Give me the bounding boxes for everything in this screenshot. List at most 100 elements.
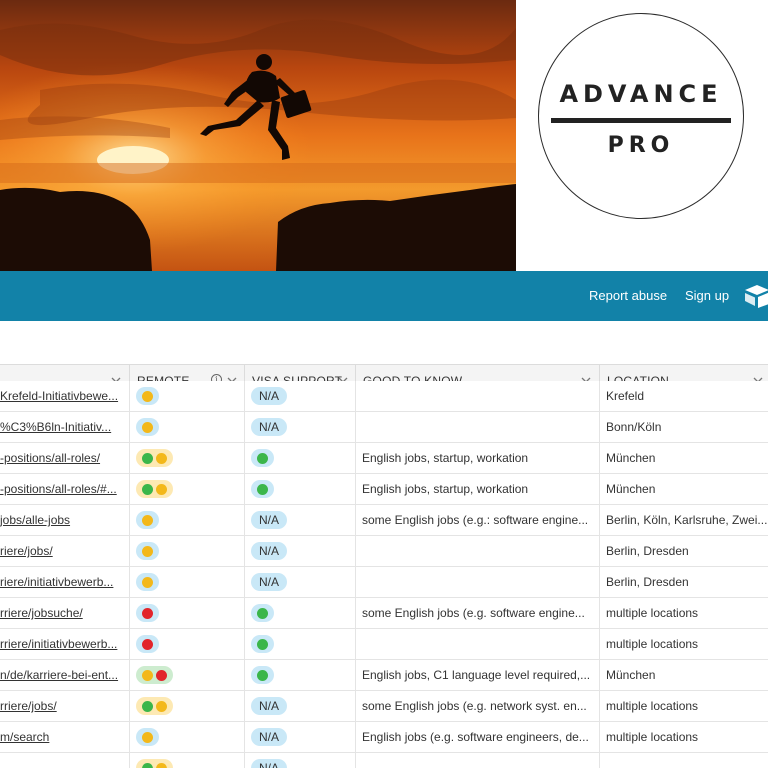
job-url-link[interactable]: rriere/jobs/ — [0, 699, 124, 713]
visa-na-label: N/A — [259, 544, 280, 558]
green-dot-icon — [142, 700, 153, 712]
table-row[interactable]: rriere/jobsuche/some English jobs (e.g. … — [0, 598, 768, 629]
location-text: Berlin, Dresden — [606, 575, 689, 589]
table-row[interactable]: riere/jobs/N/A Berlin, Dresden — [0, 536, 768, 567]
location-cell: multiple locations — [600, 722, 768, 752]
remote-badge — [136, 387, 159, 405]
logo-circle: ADVANCE PRO — [538, 13, 744, 219]
visa-na-label: N/A — [259, 389, 280, 403]
report-abuse-link[interactable]: Report abuse — [589, 288, 667, 303]
good-to-know-cell: English jobs, startup, workation — [356, 474, 600, 504]
remote-badge — [136, 728, 159, 746]
logo-divider — [551, 118, 731, 123]
remote-badge — [136, 635, 159, 653]
visa-support-cell: N/A — [245, 381, 356, 411]
remote-cell — [130, 536, 245, 566]
visa-support-cell: N/A — [245, 505, 356, 535]
airtable-logo-icon[interactable] — [745, 284, 768, 308]
good-to-know-text: English jobs, C1 language level required… — [362, 668, 591, 682]
good-to-know-cell: some English jobs (e.g. software engine.… — [356, 598, 600, 628]
sign-up-link[interactable]: Sign up — [685, 288, 729, 303]
green-dot-icon — [257, 669, 268, 681]
table-row[interactable]: jobs/alle-jobs N/A some English jobs (e.g.… — [0, 505, 768, 536]
table-row[interactable]: n/de/karriere-bei-ent... English jobs, C1… — [0, 660, 768, 691]
yellow-dot-icon — [142, 731, 153, 743]
job-url-link[interactable]: riere/initiativbewerb... — [0, 575, 124, 589]
location-text: Bonn/Köln — [606, 420, 662, 434]
yellow-dot-icon — [156, 762, 167, 768]
remote-cell — [130, 381, 245, 411]
yellow-dot-icon — [142, 514, 153, 526]
good-to-know-cell: English jobs, C1 language level required… — [356, 660, 600, 690]
table-row[interactable]: m/search N/A English jobs (e.g. software e… — [0, 722, 768, 753]
visa-na-label: N/A — [259, 420, 280, 434]
green-dot-icon — [142, 762, 153, 768]
good-to-know-cell — [356, 629, 600, 659]
remote-cell — [130, 412, 245, 442]
remote-badge — [136, 480, 173, 498]
yellow-dot-icon — [156, 483, 167, 495]
remote-badge — [136, 542, 159, 560]
green-dot-icon — [257, 452, 268, 464]
job-url-link[interactable]: -positions/all-roles/#... — [0, 482, 124, 496]
good-to-know-cell — [356, 412, 600, 442]
green-dot-icon — [142, 483, 153, 495]
good-to-know-cell: some English jobs (e.g. network syst. en… — [356, 691, 600, 721]
yellow-dot-icon — [142, 576, 153, 588]
visa-badge — [251, 635, 274, 653]
job-url-link[interactable]: -positions/all-roles/ — [0, 451, 124, 465]
remote-cell — [130, 474, 245, 504]
green-dot-icon — [142, 452, 153, 464]
job-url-link[interactable]: Krefeld-Initiativbewe... — [0, 389, 124, 403]
remote-cell — [130, 567, 245, 597]
location-text: multiple locations — [606, 606, 699, 620]
remote-cell — [130, 691, 245, 721]
table-row[interactable]: -positions/all-roles/English jobs, start… — [0, 443, 768, 474]
visa-badge: N/A — [251, 511, 288, 529]
table-row[interactable]: rriere/initiativbewerb... multiple locati… — [0, 629, 768, 660]
visa-support-cell: N/A — [245, 567, 356, 597]
job-url-link[interactable]: rriere/jobsuche/ — [0, 606, 124, 620]
good-to-know-text: English jobs (e.g. software engineers, d… — [362, 730, 589, 744]
location-text: Krefeld — [606, 389, 645, 403]
green-dot-icon — [257, 483, 268, 495]
red-dot-icon — [142, 607, 153, 619]
table-row[interactable]: rriere/jobs/N/A some English jobs (e.g. n… — [0, 691, 768, 722]
advance-pro-logo: ADVANCE PRO — [516, 0, 768, 271]
remote-badge — [136, 759, 173, 768]
location-cell: multiple locations — [600, 691, 768, 721]
good-to-know-cell — [356, 567, 600, 597]
url-cell: rriere/jobs/ — [0, 691, 130, 721]
table-row[interactable]: N/A — [0, 753, 768, 768]
yellow-dot-icon — [142, 545, 153, 557]
job-url-link[interactable]: %C3%B6ln-Initiativ... — [0, 420, 124, 434]
job-url-link[interactable]: jobs/alle-jobs — [0, 513, 124, 527]
yellow-dot-icon — [142, 421, 153, 433]
job-url-link[interactable]: n/de/karriere-bei-ent... — [0, 668, 124, 682]
visa-badge — [251, 666, 274, 684]
job-url-link[interactable]: riere/jobs/ — [0, 544, 124, 558]
good-to-know-cell: some English jobs (e.g.: software engine… — [356, 505, 600, 535]
remote-badge — [136, 511, 159, 529]
url-cell: n/de/karriere-bei-ent... — [0, 660, 130, 690]
table-row[interactable]: -positions/all-roles/#... English jobs, s… — [0, 474, 768, 505]
location-text: München — [606, 451, 656, 465]
sunset-jump-photo — [0, 0, 516, 271]
table-row[interactable]: riere/initiativbewerb... N/A Berlin, Dresd… — [0, 567, 768, 598]
good-to-know-text: some English jobs (e.g.: software engine… — [362, 513, 589, 527]
remote-cell — [130, 660, 245, 690]
yellow-dot-icon — [156, 700, 167, 712]
job-url-link[interactable]: rriere/initiativbewerb... — [0, 637, 124, 651]
table-row[interactable]: Krefeld-Initiativbewe... N/A Krefeld — [0, 381, 768, 412]
visa-badge: N/A — [251, 573, 288, 591]
remote-badge — [136, 697, 173, 715]
hero-banner: ADVANCE PRO — [0, 0, 768, 271]
job-url-link[interactable]: m/search — [0, 730, 124, 744]
location-cell — [600, 753, 768, 768]
table-row[interactable]: %C3%B6ln-Initiativ... N/A Bonn/Köln — [0, 412, 768, 443]
location-cell: Berlin, Köln, Karlsruhe, Zwei... — [600, 505, 768, 535]
visa-badge — [251, 604, 274, 622]
good-to-know-text: English jobs, startup, workation — [362, 482, 529, 496]
good-to-know-cell — [356, 381, 600, 411]
red-dot-icon — [142, 638, 153, 650]
